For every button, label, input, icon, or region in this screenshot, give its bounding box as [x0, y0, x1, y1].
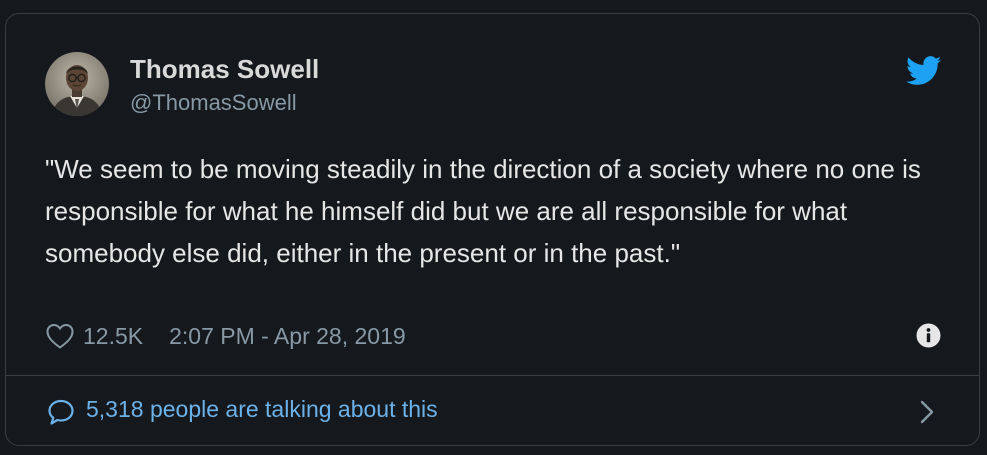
timestamp[interactable]: 2:07 PM - Apr 28, 2019 — [169, 323, 406, 350]
heart-icon[interactable] — [45, 322, 75, 350]
tweet-card[interactable]: Thomas Sowell @ThomasSowell "We seem to … — [5, 13, 980, 446]
twitter-bird-icon[interactable] — [906, 56, 942, 86]
info-icon[interactable] — [915, 322, 942, 349]
tweet-meta: 12.5K 2:07 PM - Apr 28, 2019 — [45, 320, 406, 352]
chevron-right-icon[interactable] — [917, 398, 937, 426]
talking-count-link[interactable]: 5,318 people are talking about this — [86, 396, 438, 423]
avatar[interactable] — [45, 52, 109, 116]
tweet-text: "We seem to be moving steadily in the di… — [45, 154, 921, 268]
like-count[interactable]: 12.5K — [83, 323, 143, 350]
conversation-link[interactable]: 5,318 people are talking about this — [6, 376, 979, 446]
speech-bubble-icon — [47, 398, 75, 426]
author-handle[interactable]: @ThomasSowell — [130, 90, 297, 116]
author-name[interactable]: Thomas Sowell — [130, 54, 319, 85]
